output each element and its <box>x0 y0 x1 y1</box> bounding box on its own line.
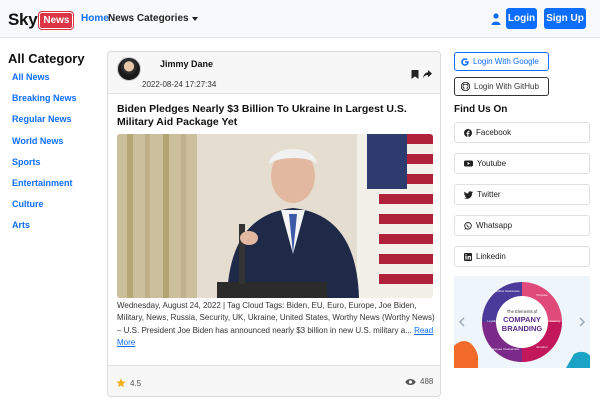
social-youtube-label: Youtube <box>477 159 507 168</box>
author-name[interactable]: Jimmy Dane <box>160 59 213 69</box>
nav-home-link[interactable]: Home <box>81 13 109 24</box>
linkedin-icon <box>464 252 472 261</box>
eye-icon <box>405 379 416 385</box>
login-button[interactable]: Login <box>506 8 537 29</box>
signup-button[interactable]: Sign Up <box>544 8 586 29</box>
brand-logo[interactable]: Sky News <box>8 10 74 30</box>
ad-ring-label-3: Consistency <box>544 319 561 323</box>
post-rating: 4.5 <box>130 379 142 388</box>
social-facebook-label: Facebook <box>476 128 512 137</box>
github-icon <box>461 82 470 91</box>
google-icon <box>461 57 469 66</box>
ad-ring-label-1: Competitive Awareness <box>488 289 520 293</box>
social-whatsapp-label: Whatsapp <box>476 221 513 230</box>
ad-ring-label-4: Emotion <box>536 345 547 349</box>
sidebar-title: All Category <box>8 51 85 66</box>
social-facebook-link[interactable]: Facebook <box>454 122 590 143</box>
brand-sky-text: Sky <box>8 10 38 29</box>
social-youtube-link[interactable]: Youtube <box>454 153 590 174</box>
social-linkedin-label: Linkedin <box>476 252 506 261</box>
nav-categories-label: News Categories <box>108 13 189 24</box>
twitter-icon <box>464 190 473 199</box>
category-link-culture[interactable]: Culture <box>12 197 77 218</box>
category-link-world-news[interactable]: World News <box>12 134 77 155</box>
share-icon[interactable] <box>423 70 432 79</box>
post-hero-image[interactable] <box>117 134 433 298</box>
nav-categories-dropdown[interactable]: News Categories <box>108 13 198 24</box>
ad-text-line1: The Elements of <box>507 309 538 314</box>
post-header: Jimmy Dane 2022-08-24 17:27:34 <box>108 52 440 94</box>
ad-text-line2: COMPANY <box>503 315 541 324</box>
login-google-button[interactable]: Login With Google <box>454 52 549 71</box>
ad-ring-label-2: Purpose <box>536 293 548 297</box>
whatsapp-icon <box>464 221 472 230</box>
ad-text-line3: BRANDING <box>502 324 543 333</box>
category-list: All News Breaking News Regular News Worl… <box>12 70 77 240</box>
post-headline[interactable]: Biden Pledges Nearly $3 Billion To Ukrai… <box>117 103 435 129</box>
category-link-all-news[interactable]: All News <box>12 70 77 91</box>
category-link-sports[interactable]: Sports <box>12 155 77 176</box>
post-excerpt: Wednesday, August 24, 2022 | Tag Cloud T… <box>117 300 435 350</box>
category-link-breaking-news[interactable]: Breaking News <box>12 91 77 112</box>
post-excerpt-text: Wednesday, August 24, 2022 | Tag Cloud T… <box>117 301 435 335</box>
social-twitter-label: Twitter <box>477 190 501 199</box>
login-github-label: Login With GitHub <box>474 82 539 91</box>
author-avatar[interactable] <box>117 57 141 81</box>
brand-news-badge: News <box>39 11 74 29</box>
ad-banner-company-branding[interactable]: The Elements of COMPANY BRANDING Competi… <box>454 276 590 368</box>
find-us-title: Find Us On <box>454 104 508 115</box>
category-link-entertainment[interactable]: Entertainment <box>12 176 77 197</box>
post-timestamp: 2022-08-24 17:27:34 <box>142 80 217 89</box>
top-navbar: Sky News Home News Categories Login Sign… <box>0 0 600 38</box>
youtube-icon <box>464 160 473 167</box>
social-whatsapp-link[interactable]: Whatsapp <box>454 215 590 236</box>
category-link-regular-news[interactable]: Regular News <box>12 112 77 133</box>
social-twitter-link[interactable]: Twitter <box>454 184 590 205</box>
caret-down-icon <box>191 16 198 21</box>
login-google-label: Login With Google <box>473 57 539 66</box>
social-linkedin-link[interactable]: Linkedin <box>454 246 590 267</box>
star-icon <box>116 378 126 388</box>
category-link-arts[interactable]: Arts <box>12 218 77 239</box>
ad-ring-label-6: Loyalty <box>487 319 497 323</box>
bookmark-icon[interactable] <box>411 70 419 79</box>
user-icon[interactable] <box>491 13 501 25</box>
ad-ring-label-5: Employee Involvement <box>489 347 520 351</box>
login-github-button[interactable]: Login With GitHub <box>454 77 549 96</box>
post-footer: 4.5 488 <box>108 365 440 396</box>
news-post-card: Jimmy Dane 2022-08-24 17:27:34 Biden Ple… <box>107 51 441 397</box>
facebook-icon <box>464 128 472 137</box>
post-view-count: 488 <box>420 377 434 386</box>
